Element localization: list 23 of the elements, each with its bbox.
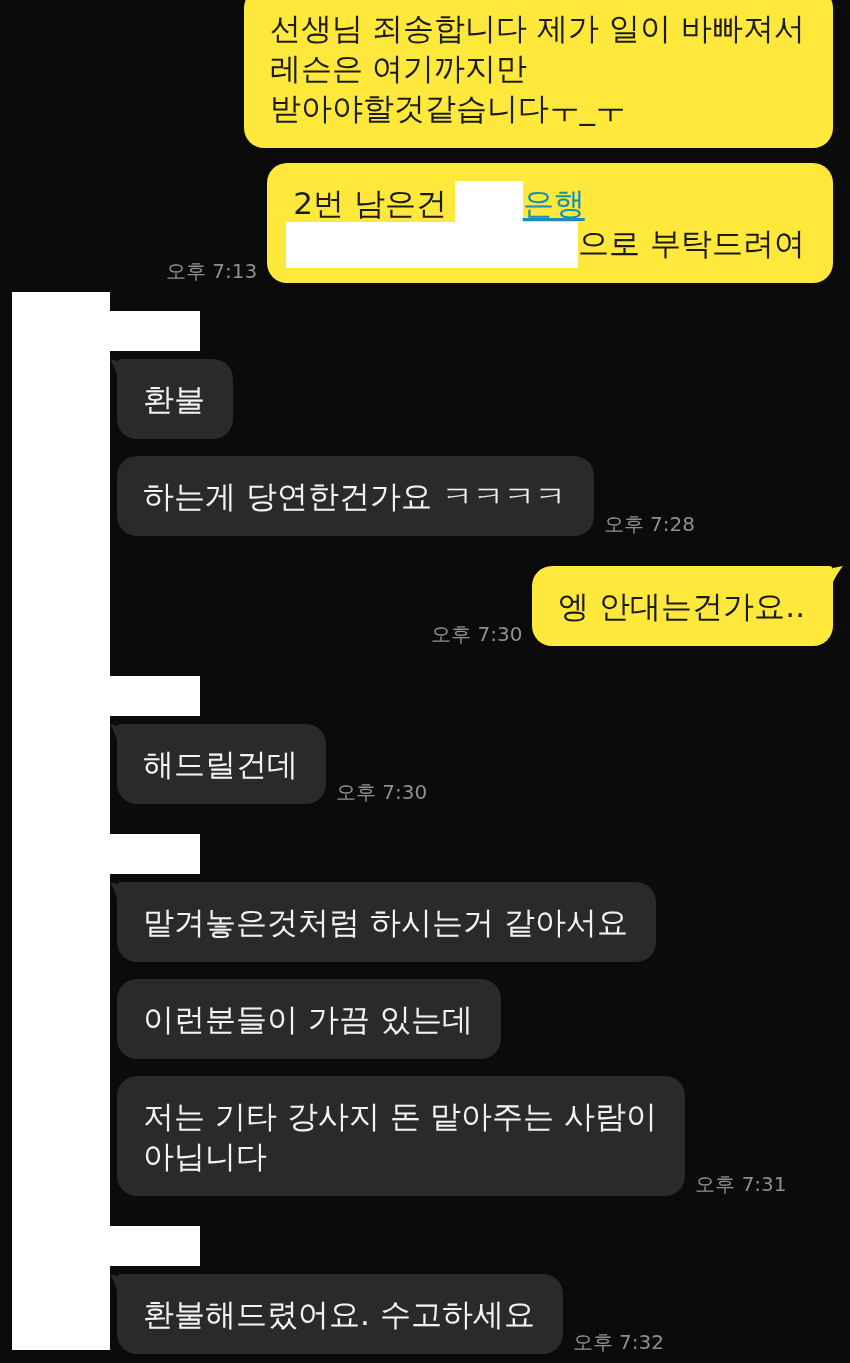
message-bubble: 맡겨놓은것처럼 하시는거 같아서요 [117,882,656,962]
message-link[interactable]: 은행 [522,183,585,223]
message-text: 2번 남은건 [293,184,447,223]
message-bubble: 하는게 당연한건가요 ㅋㅋㅋㅋ [117,456,594,536]
message-text: 으로 부탁드려여 [578,224,805,263]
message-bubble: 환불해드렸어요. 수고하세요 [117,1274,563,1354]
bubble-tail-icon [833,566,843,582]
timestamp: 오후 7:28 [603,512,695,536]
bubble-tail-icon [110,1274,117,1290]
message-bubble: 엥 안대는건가요.. [532,566,833,646]
bubble-tail-icon [110,724,117,740]
timestamp: 오후 7:30 [431,622,523,646]
message-bubble: 저는 기타 강사지 돈 맡아주는 사람이 아닙니다 [117,1076,686,1196]
message-bubble: 환불 [117,359,233,439]
timestamp: 오후 7:13 [165,259,258,283]
message-bubble: 선생님 죄송합니다 제가 일이 바빠져서 레슨은 여기까지만 받아야할것같습니다ㅜ_ㅜ [243,0,833,148]
message-bubble: 해드릴건데 [117,724,326,804]
bubble-tail-icon [110,359,117,375]
bubble-tail-icon [110,882,117,898]
timestamp: 오후 7:31 [695,1172,787,1196]
message-bubble: 이런분들이 가끔 있는데 [117,979,501,1059]
timestamp: 오후 7:30 [336,780,428,804]
timestamp: 오후 7:32 [572,1330,664,1354]
